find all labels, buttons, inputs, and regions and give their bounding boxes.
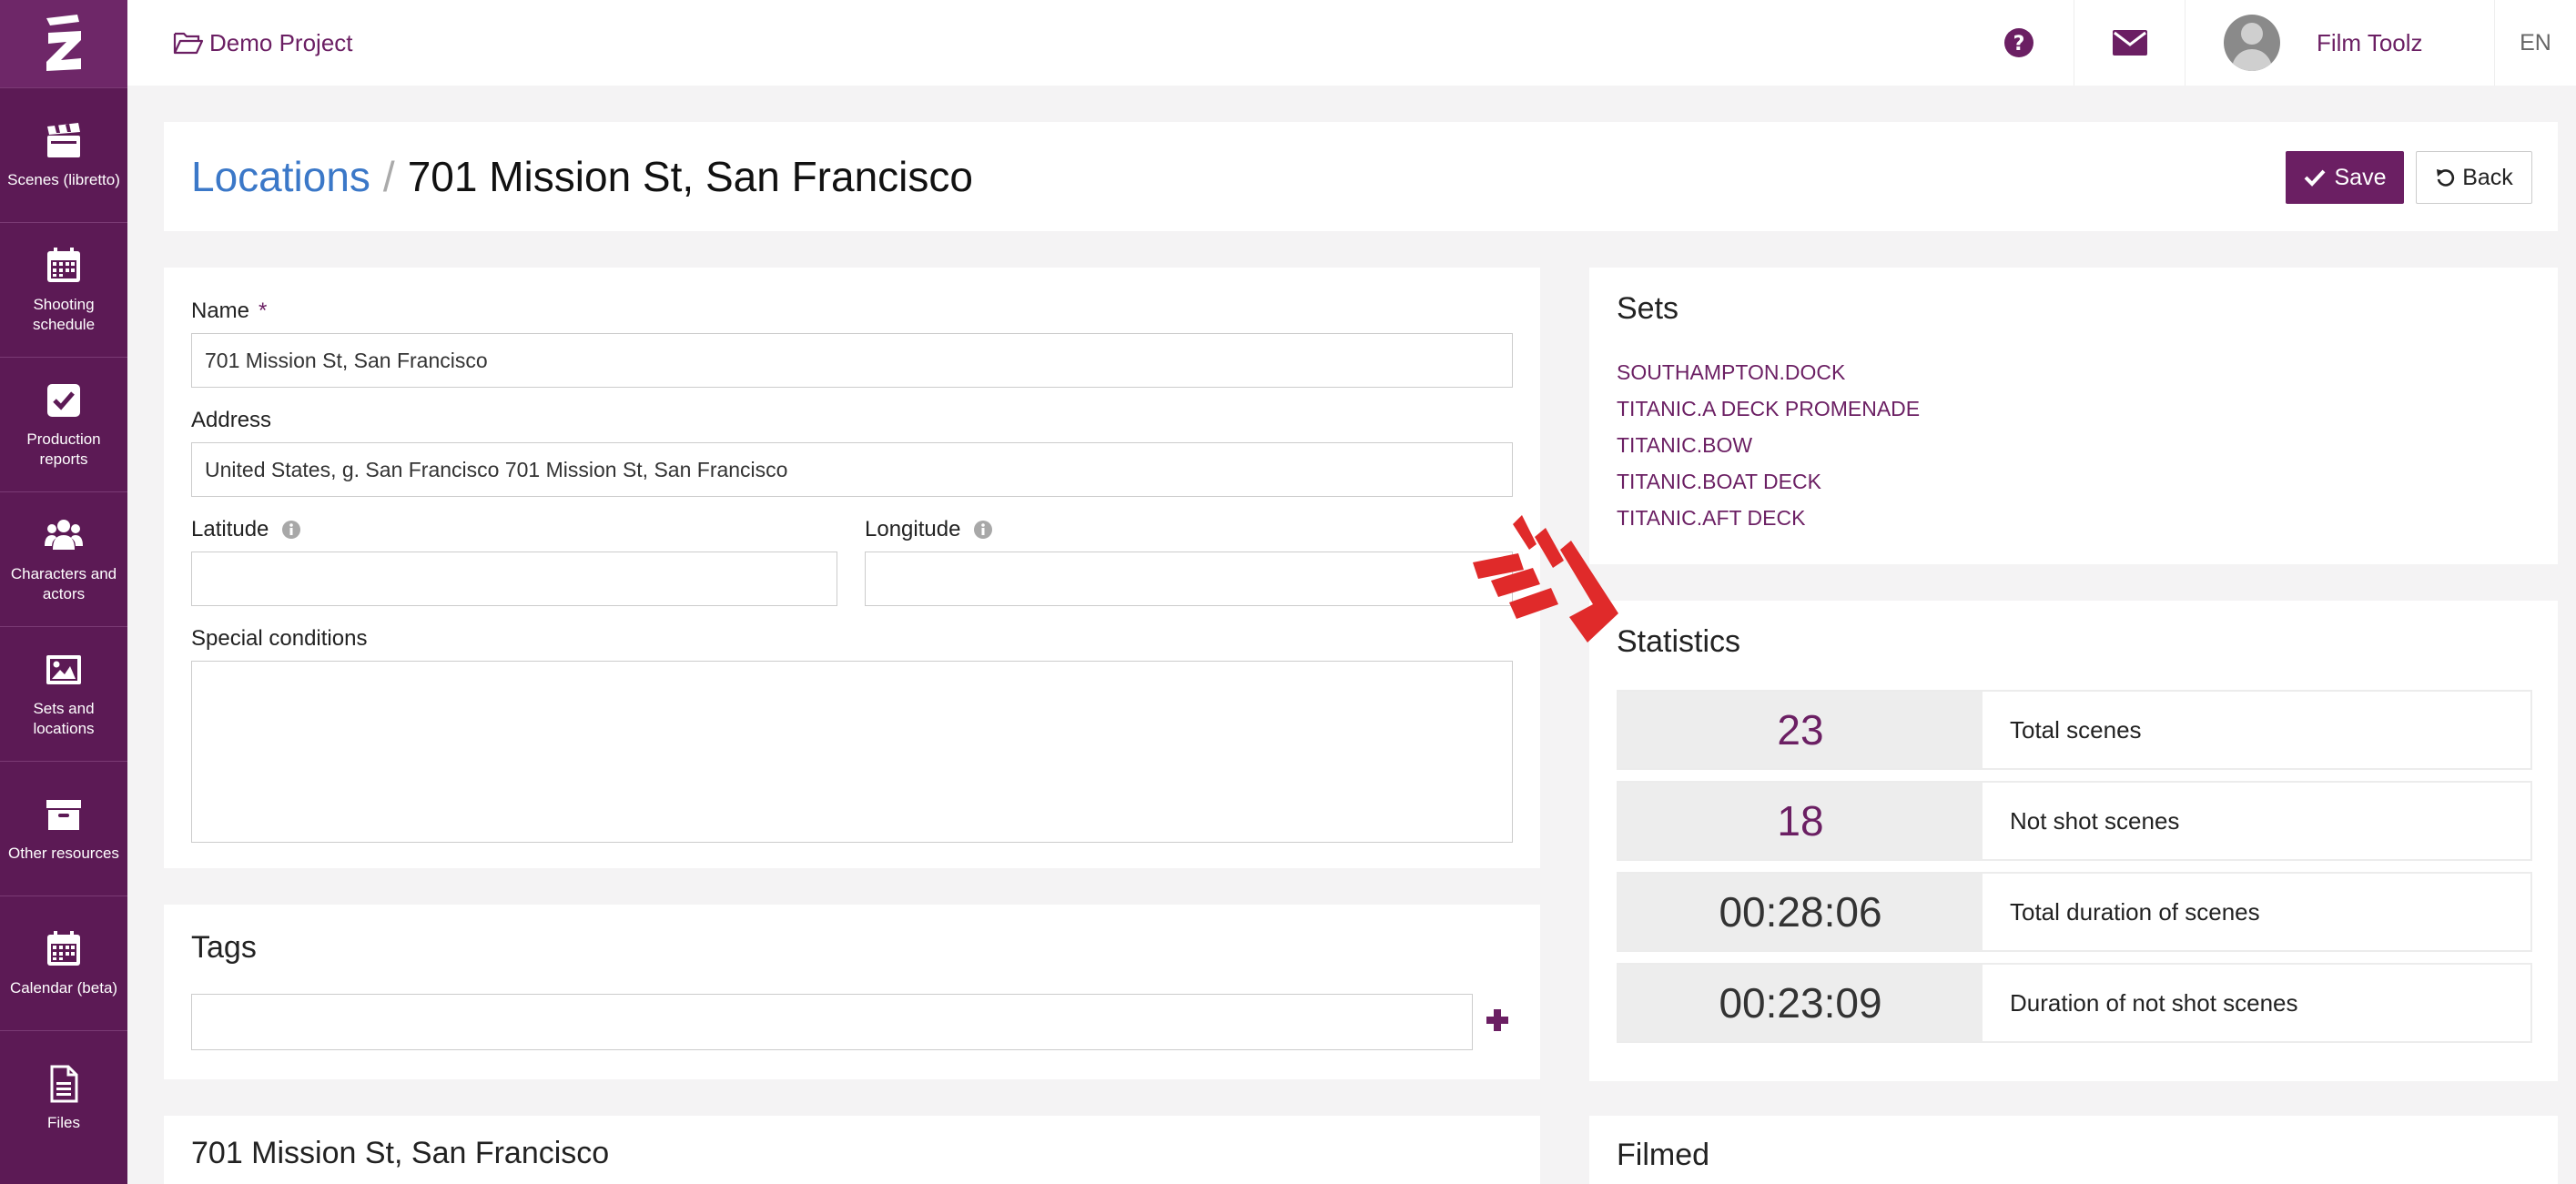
name-label-text: Name — [191, 299, 250, 323]
latitude-field[interactable] — [191, 552, 837, 606]
stat-row: 23 Total scenes — [1617, 690, 2532, 770]
required-mark: * — [259, 299, 268, 323]
project-selector[interactable]: Demo Project — [173, 29, 353, 57]
set-link[interactable]: TITANIC.AFT DECK — [1617, 506, 1805, 531]
longitude-label: Longitude — [865, 517, 993, 542]
stat-value: 18 — [1618, 783, 1983, 859]
sidebar-item-production-reports[interactable]: Production reports — [0, 357, 127, 491]
stat-value: 23 — [1618, 692, 1983, 768]
sidebar: Scenes (libretto) Shooting schedule Prod… — [0, 0, 127, 1184]
sets-title: Sets — [1617, 291, 1679, 326]
filmtoolz-logo-icon — [46, 15, 81, 71]
set-link[interactable]: SOUTHAMPTON.DOCK — [1617, 360, 1845, 385]
tags-input[interactable] — [191, 994, 1473, 1050]
sidebar-item-label: Files — [47, 1113, 80, 1131]
page-header: Locations / 701 Mission St, San Francisc… — [164, 122, 2558, 231]
stat-row: 00:28:06 Total duration of scenes — [1617, 872, 2532, 952]
stat-label: Total duration of scenes — [2010, 897, 2260, 926]
breadcrumb-separator: / — [382, 153, 395, 200]
stat-label: Not shot scenes — [2010, 806, 2180, 835]
calendar-icon — [47, 930, 80, 966]
longitude-label-text: Longitude — [865, 517, 961, 541]
statistics-panel: Statistics 23 Total scenes 18 Not shot s… — [1589, 601, 2558, 1081]
sidebar-item-label: Calendar (beta) — [9, 978, 118, 997]
location-map-title: 701 Mission St, San Francisco — [191, 1136, 610, 1170]
sidebar-item-label: Characters and actors — [10, 564, 117, 602]
set-link[interactable]: TITANIC.A DECK PROMENADE — [1617, 397, 1920, 421]
statistics-title: Statistics — [1617, 624, 1741, 659]
sidebar-item-label: Other resources — [8, 844, 119, 862]
sidebar-item-label: Sets and locations — [33, 699, 95, 737]
sidebar-item-sets-locations[interactable]: Sets and locations — [0, 626, 127, 761]
address-field[interactable]: United States, g. San Francisco 701 Miss… — [191, 442, 1513, 497]
longitude-field[interactable] — [865, 552, 1513, 606]
check-icon — [2304, 169, 2325, 187]
save-button[interactable]: Save — [2286, 151, 2404, 204]
user-name: Film Toolz — [2317, 28, 2423, 56]
location-map-panel: 701 Mission St, San Francisco — [164, 1116, 1540, 1184]
filmed-panel: Filmed — [1589, 1116, 2558, 1184]
address-label: Address — [191, 408, 272, 432]
set-link[interactable]: TITANIC.BOW — [1617, 433, 1752, 458]
file-icon — [50, 1065, 78, 1102]
sidebar-item-shooting-schedule[interactable]: Shooting schedule — [0, 222, 127, 357]
special-conditions-textarea[interactable] — [191, 661, 1513, 843]
sidebar-item-other-resources[interactable]: Other resources — [0, 761, 127, 896]
envelope-icon — [2112, 30, 2147, 56]
back-button[interactable]: Back — [2416, 151, 2532, 204]
stat-value: 00:28:06 — [1618, 874, 1983, 950]
location-form: Name * 701 Mission St, San Francisco Add… — [164, 268, 1540, 868]
archive-box-icon — [46, 799, 81, 830]
avatar — [2224, 15, 2280, 71]
stat-row: 00:23:09 Duration of not shot scenes — [1617, 963, 2532, 1043]
folder-open-icon — [173, 32, 204, 55]
back-button-label: Back — [2462, 164, 2513, 190]
help-button[interactable]: ? — [1964, 0, 2074, 86]
sidebar-item-calendar[interactable]: Calendar (beta) — [0, 896, 127, 1030]
users-icon — [45, 519, 83, 550]
filmed-title: Filmed — [1617, 1138, 1710, 1172]
save-button-label: Save — [2334, 164, 2387, 190]
tags-title: Tags — [191, 930, 257, 965]
sidebar-item-label: Scenes (libretto) — [7, 170, 120, 188]
add-tag-plus-icon[interactable] — [1482, 1005, 1513, 1036]
stat-row: 18 Not shot scenes — [1617, 781, 2532, 861]
user-menu[interactable]: Film Toolz — [2185, 0, 2494, 86]
app-logo[interactable] — [0, 0, 127, 87]
latitude-label-text: Latitude — [191, 517, 269, 541]
calendar-icon — [47, 247, 80, 282]
sets-panel: Sets SOUTHAMPTON.DOCK TITANIC.A DECK PRO… — [1589, 268, 2558, 564]
latitude-label: Latitude — [191, 517, 301, 542]
clapperboard-icon — [47, 122, 80, 157]
messages-button[interactable] — [2074, 0, 2185, 86]
sidebar-item-files[interactable]: Files — [0, 1030, 127, 1165]
chevron-arrow-annotation-icon — [1473, 515, 1618, 643]
svg-text:?: ? — [2013, 33, 2025, 56]
project-name: Demo Project — [209, 28, 353, 56]
language-selector[interactable]: EN — [2494, 0, 2576, 86]
undo-icon — [2437, 169, 2455, 187]
name-field[interactable]: 701 Mission St, San Francisco — [191, 333, 1513, 388]
stat-value: 00:23:09 — [1618, 965, 1983, 1041]
tags-panel: Tags — [164, 905, 1540, 1079]
stat-label: Duration of not shot scenes — [2010, 988, 2298, 1017]
sidebar-item-characters[interactable]: Characters and actors — [0, 491, 127, 626]
question-circle-icon: ? — [2004, 28, 2033, 57]
sidebar-item-scenes[interactable]: Scenes (libretto) — [0, 87, 127, 222]
top-bar: Demo Project ? Film Toolz EN — [127, 0, 2576, 86]
picture-icon — [46, 654, 81, 684]
special-conditions-label: Special conditions — [191, 626, 368, 651]
name-label: Name * — [191, 299, 267, 324]
sidebar-item-label: Production reports — [26, 430, 101, 468]
set-link[interactable]: TITANIC.BOAT DECK — [1617, 470, 1821, 494]
stat-label: Total scenes — [2010, 715, 2142, 744]
page-title: 701 Mission St, San Francisco — [407, 153, 973, 200]
checkbox-icon — [47, 383, 80, 417]
info-icon[interactable] — [281, 520, 301, 540]
breadcrumb-locations-link[interactable]: Locations — [191, 152, 370, 201]
info-icon[interactable] — [973, 520, 993, 540]
sidebar-item-label: Shooting schedule — [32, 295, 96, 333]
